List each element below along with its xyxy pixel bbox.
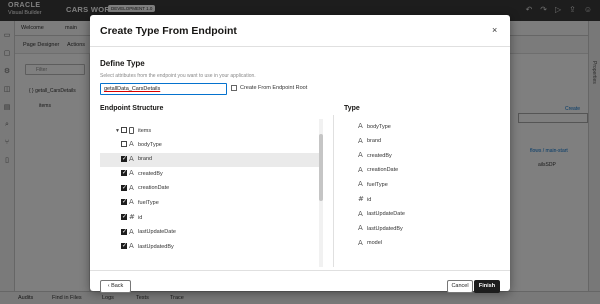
type-name-input[interactable]: getallData_CarsDetails [100,83,227,95]
tree-item-row[interactable]: AlastUpdateDate [100,226,323,240]
type-field-label: lastUpdateDate [367,211,405,218]
tree-item-label: brand [138,156,153,163]
string-type-icon: A [129,183,134,192]
tree-item-row[interactable]: Abrand [100,152,323,167]
string-type-icon: A [129,154,134,163]
type-field-label: brand [367,138,382,145]
create-type-dialog: Create Type From Endpoint × Define Type … [90,15,510,293]
tree-root-label: items [138,127,152,134]
section-description: Select attributes from the endpoint you … [100,73,256,79]
attribute-checkbox[interactable] [121,155,127,163]
close-icon[interactable]: × [492,25,497,35]
type-field-label: creationDate [367,167,399,174]
tree-item-row[interactable]: AfuelType [100,196,323,210]
endpoint-root-label: Create From Endpoint Root [240,85,308,91]
attribute-checkbox[interactable] [121,228,127,236]
back-button[interactable]: ‹ Back [100,280,131,293]
endpoint-tree: ▼ items AbodyTypeAbrandAcreatedByAcreati… [100,119,323,267]
cancel-button[interactable]: Cancel [447,280,473,293]
header-divider [90,46,510,47]
footer-divider [90,270,510,271]
back-label: Back [111,283,124,289]
attribute-checkbox[interactable] [121,198,127,206]
string-type-icon: A [129,169,134,178]
tree-item-row[interactable]: AbodyType [100,138,323,152]
string-type-icon: A [358,238,363,247]
tree-item-label: fuelType [138,199,159,206]
string-type-icon: A [358,224,363,233]
string-type-icon: A [358,122,363,130]
type-field-label: bodyType [367,123,391,130]
root-checkbox[interactable] [121,127,127,133]
string-type-icon: A [129,242,134,251]
string-type-icon: A [358,136,363,145]
string-type-icon: A [358,165,363,174]
tree-item-row[interactable]: AlastUpdatedBy [100,240,323,254]
attribute-checkbox[interactable] [121,242,127,250]
string-type-icon: A [129,198,134,207]
endpoint-root-checkbox[interactable] [231,85,237,91]
tree-item-row[interactable]: AcreatedBy [100,167,323,181]
tree-root-row[interactable]: ▼ items [100,124,323,138]
finish-button[interactable]: Finish [474,280,500,293]
column-divider [333,115,334,267]
endpoint-structure-heading: Endpoint Structure [100,105,164,112]
tree-item-label: createdBy [138,170,163,177]
type-field-label: model [367,240,382,247]
attribute-checkbox[interactable] [121,141,127,147]
tree-item-label: lastUpdatedBy [138,243,174,250]
tree-item-row[interactable]: #id [100,211,323,225]
string-type-icon: A [129,227,134,236]
attribute-checkbox[interactable] [121,213,127,221]
type-name-value: getallData_CarsDetails [104,86,161,92]
attribute-checkbox[interactable] [121,169,127,177]
number-type-icon: # [129,213,135,221]
tree-scrollbar-thumb[interactable] [319,134,323,201]
dialog-title: Create Type From Endpoint [100,25,237,37]
type-heading: Type [344,105,360,112]
attribute-checkbox[interactable] [121,184,127,192]
tree-item-label: creationDate [138,185,170,192]
tree-item-label: lastUpdateDate [138,229,176,236]
number-type-icon: # [358,195,364,203]
string-type-icon: A [358,209,363,218]
tree-item-label: id [138,214,143,221]
type-field-label: lastUpdatedBy [367,225,403,232]
type-field-label: fuelType [367,181,388,188]
string-type-icon: A [358,151,363,160]
string-type-icon: A [129,140,134,148]
collapse-icon[interactable]: ▼ [115,128,120,134]
tree-item-row[interactable]: AcreationDate [100,182,323,196]
tree-item-label: bodyType [138,141,162,148]
object-icon [129,127,134,134]
type-field-label: id [367,196,372,203]
section-title: Define Type [100,59,145,68]
string-type-icon: A [358,180,363,189]
type-field-label: createdBy [367,152,392,159]
